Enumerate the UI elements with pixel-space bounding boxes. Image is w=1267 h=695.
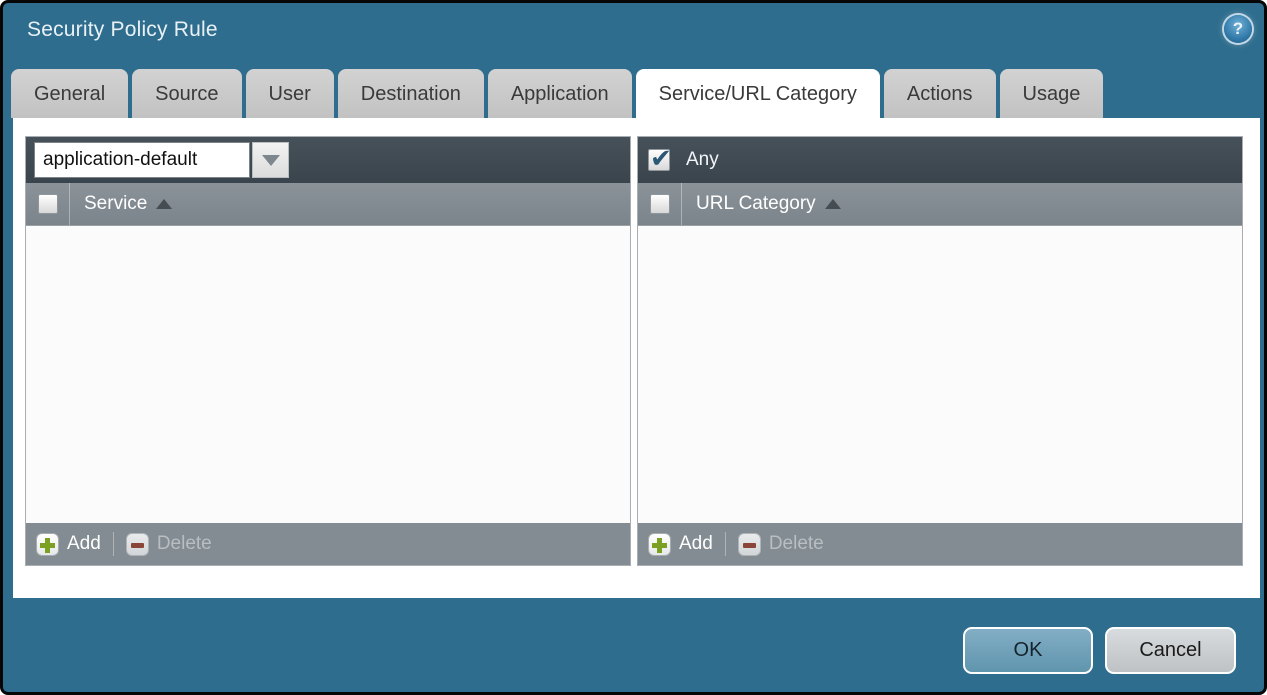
tab-source[interactable]: Source xyxy=(132,69,241,118)
service-delete-button[interactable]: Delete xyxy=(126,533,212,556)
service-footer: Add Delete xyxy=(26,523,630,565)
tab-usage[interactable]: Usage xyxy=(1000,69,1104,118)
service-delete-label: Delete xyxy=(157,533,212,555)
url-category-add-button[interactable]: Add xyxy=(648,533,713,556)
plus-icon xyxy=(648,533,671,556)
service-type-dropdown[interactable]: application-default xyxy=(34,142,289,178)
service-column-header[interactable]: Service xyxy=(84,193,172,215)
tab-user[interactable]: User xyxy=(246,69,334,118)
dialog-title: Security Policy Rule xyxy=(27,18,218,42)
url-category-toolbar: Any xyxy=(638,137,1242,183)
service-add-label: Add xyxy=(67,533,101,555)
content-area: application-default Service xyxy=(13,118,1260,598)
url-category-table-header: URL Category xyxy=(638,183,1242,226)
security-policy-rule-dialog: Security Policy Rule ? GeneralSourceUser… xyxy=(0,0,1267,695)
url-category-column-label: URL Category xyxy=(696,193,816,215)
ok-button[interactable]: OK xyxy=(963,627,1093,674)
service-select-all-checkbox[interactable] xyxy=(38,194,58,214)
url-category-delete-label: Delete xyxy=(769,533,824,555)
url-category-list[interactable] xyxy=(638,226,1242,523)
service-panel: application-default Service xyxy=(25,136,631,566)
url-category-select-all-checkbox[interactable] xyxy=(650,194,670,214)
tab-actions[interactable]: Actions xyxy=(884,69,996,118)
sort-ascending-icon xyxy=(825,199,841,209)
any-checkbox[interactable] xyxy=(648,149,670,171)
tab-destination[interactable]: Destination xyxy=(338,69,484,118)
service-type-dropdown-button[interactable] xyxy=(252,142,289,178)
tab-application[interactable]: Application xyxy=(488,69,632,118)
cancel-button[interactable]: Cancel xyxy=(1105,627,1236,674)
help-icon[interactable]: ? xyxy=(1224,15,1252,43)
service-column-label: Service xyxy=(84,193,147,215)
service-toolbar: application-default xyxy=(26,137,630,183)
service-list[interactable] xyxy=(26,226,630,523)
minus-icon xyxy=(126,533,149,556)
url-category-column-header[interactable]: URL Category xyxy=(696,193,841,215)
minus-icon xyxy=(738,533,761,556)
service-type-dropdown-value[interactable]: application-default xyxy=(34,142,250,178)
tab-service-url-category[interactable]: Service/URL Category xyxy=(636,69,880,118)
tab-bar: GeneralSourceUserDestinationApplicationS… xyxy=(11,69,1107,118)
url-category-header-checkbox-cell xyxy=(638,183,682,225)
plus-icon xyxy=(36,533,59,556)
url-category-add-label: Add xyxy=(679,533,713,555)
url-category-footer: Add Delete xyxy=(638,523,1242,565)
footer-divider xyxy=(725,532,726,556)
tab-general[interactable]: General xyxy=(11,69,128,118)
sort-ascending-icon xyxy=(156,199,172,209)
url-category-panel: Any URL Category Add xyxy=(637,136,1243,566)
any-label: Any xyxy=(686,149,719,171)
service-table-header: Service xyxy=(26,183,630,226)
chevron-down-icon xyxy=(262,155,280,166)
url-category-delete-button[interactable]: Delete xyxy=(738,533,824,556)
footer-divider xyxy=(113,532,114,556)
service-add-button[interactable]: Add xyxy=(36,533,101,556)
service-header-checkbox-cell xyxy=(26,183,70,225)
